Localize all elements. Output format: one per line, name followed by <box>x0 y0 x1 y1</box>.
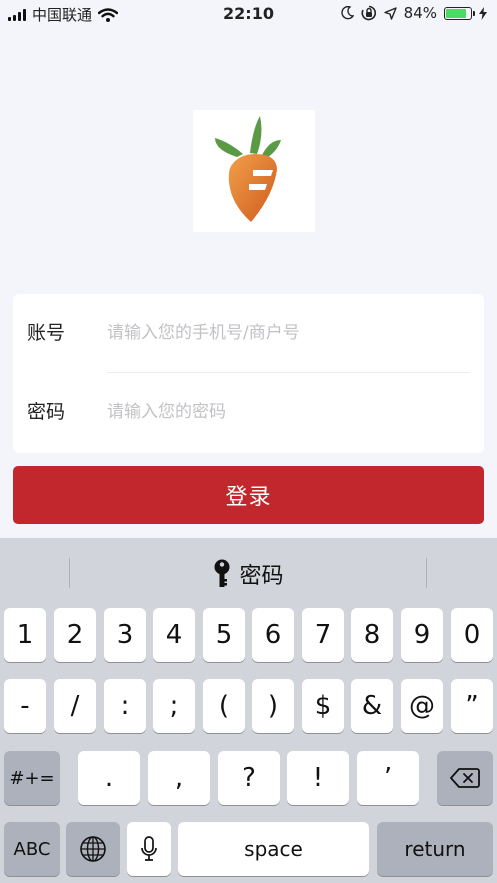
key-4[interactable]: 4 <box>153 608 195 662</box>
battery-fill <box>446 8 467 18</box>
key-exclamation[interactable]: ! <box>287 751 349 805</box>
backspace-icon <box>450 768 480 788</box>
suggestion-separator <box>426 558 427 588</box>
key-5[interactable]: 5 <box>203 608 245 662</box>
key-9[interactable]: 9 <box>401 608 443 662</box>
battery-percent: 84% <box>403 4 437 22</box>
password-label: 密码 <box>27 401 66 423</box>
key-icon <box>214 559 230 587</box>
key-8[interactable]: 8 <box>351 608 393 662</box>
key-3[interactable]: 3 <box>104 608 146 662</box>
key-at[interactable]: @ <box>401 679 443 733</box>
key-open-paren[interactable]: ( <box>203 679 245 733</box>
key-apostrophe[interactable]: ’ <box>357 751 419 805</box>
delete-key[interactable] <box>437 751 493 805</box>
suggestion-label: 密码 <box>239 564 284 589</box>
location-arrow-icon <box>383 6 397 20</box>
key-slash[interactable]: / <box>54 679 96 733</box>
microphone-icon <box>141 836 157 861</box>
key-dollar[interactable]: $ <box>302 679 344 733</box>
carrot-logo-icon <box>215 116 281 222</box>
moon-icon <box>340 6 354 20</box>
account-row: 账号 <box>13 294 484 373</box>
login-form: 账号 密码 <box>13 294 484 453</box>
globe-icon <box>80 836 106 862</box>
key-colon[interactable]: : <box>104 679 146 733</box>
password-row: 密码 <box>13 373 484 451</box>
keyboard-suggestion-bar: 密码 <box>0 538 497 608</box>
charging-bolt-icon <box>479 6 487 20</box>
key-semicolon[interactable]: ; <box>153 679 195 733</box>
status-bar: 中国联通 22:10 84% <box>0 0 497 30</box>
status-right: 84% <box>340 4 487 22</box>
app-logo <box>193 110 315 232</box>
key-2[interactable]: 2 <box>54 608 96 662</box>
key-comma[interactable]: , <box>148 751 210 805</box>
key-question[interactable]: ? <box>218 751 280 805</box>
login-button[interactable]: 登录 <box>13 466 484 524</box>
password-input[interactable] <box>107 397 467 427</box>
key-abc[interactable]: ABC <box>4 822 60 876</box>
key-7[interactable]: 7 <box>302 608 344 662</box>
globe-key[interactable] <box>66 822 120 876</box>
account-input[interactable] <box>107 318 467 348</box>
return-key[interactable]: return <box>377 822 493 876</box>
battery-icon <box>444 6 475 20</box>
orientation-lock-icon <box>361 5 376 21</box>
key-period[interactable]: . <box>78 751 140 805</box>
keyboard: 密码 1 2 3 4 5 6 7 8 9 0 - / : ; ( ) $ & @… <box>0 538 497 883</box>
key-more-symbols[interactable]: #+= <box>4 751 60 805</box>
key-quote[interactable]: ” <box>451 679 493 733</box>
key-6[interactable]: 6 <box>252 608 294 662</box>
key-1[interactable]: 1 <box>4 608 46 662</box>
key-ampersand[interactable]: & <box>351 679 393 733</box>
space-key[interactable]: space <box>178 822 369 876</box>
key-0[interactable]: 0 <box>451 608 493 662</box>
password-autofill-suggestion[interactable]: 密码 <box>0 558 497 590</box>
account-label: 账号 <box>27 322 66 344</box>
key-close-paren[interactable]: ) <box>252 679 294 733</box>
key-hyphen[interactable]: - <box>4 679 46 733</box>
dictation-key[interactable] <box>127 822 171 876</box>
